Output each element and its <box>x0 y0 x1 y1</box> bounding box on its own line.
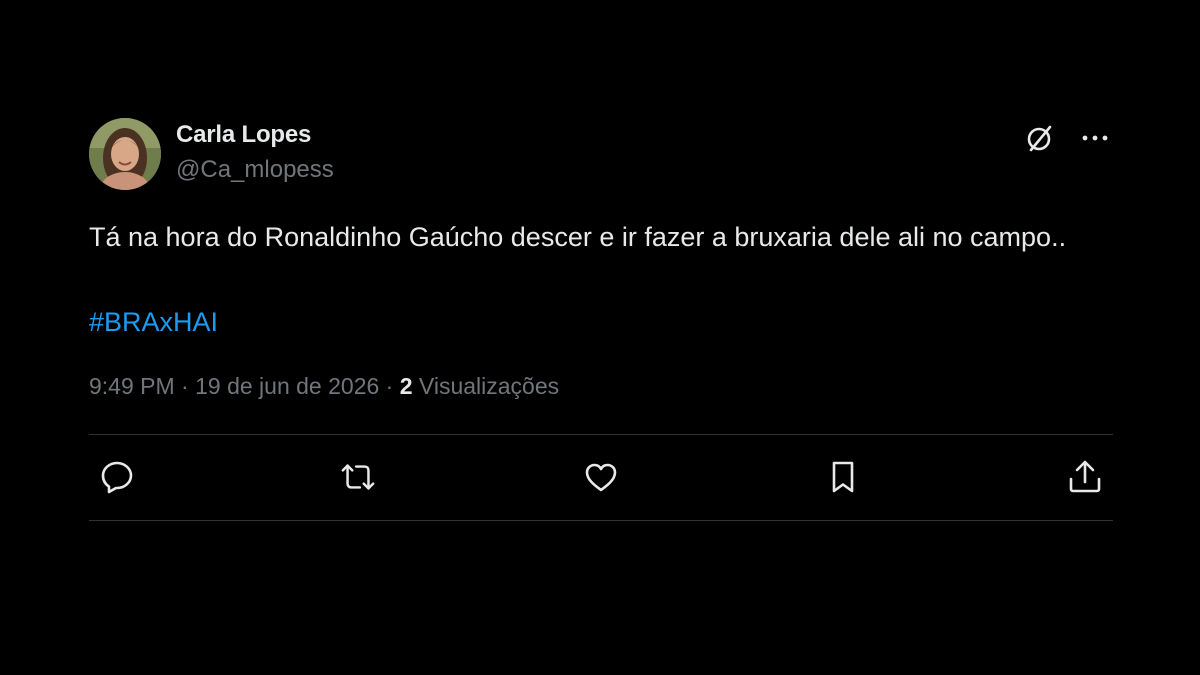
display-name[interactable]: Carla Lopes <box>176 120 334 150</box>
hashtag-link[interactable]: #BRAxHAI <box>89 301 218 344</box>
views-label[interactable]: Visualizações <box>413 373 559 399</box>
like-button[interactable] <box>582 458 620 496</box>
grok-button[interactable] <box>1023 122 1055 154</box>
more-button[interactable] <box>1079 122 1111 154</box>
avatar[interactable] <box>89 118 161 190</box>
tweet: Carla Lopes @Ca_mlopess Tá na hora do Ro… <box>89 118 1113 521</box>
views-count[interactable]: 2 <box>400 373 413 399</box>
tweet-meta: 9:49 PM · 19 de jun de 2026 · 2 Visualiz… <box>89 371 1113 401</box>
bookmark-button[interactable] <box>824 458 862 496</box>
share-button[interactable] <box>1066 458 1104 496</box>
bookmark-icon <box>832 461 854 493</box>
header-actions <box>1023 122 1111 154</box>
meta-separator: · <box>174 373 196 399</box>
tweet-header: Carla Lopes @Ca_mlopess <box>89 118 1113 194</box>
tweet-text: Tá na hora do Ronaldinho Gaúcho descer e… <box>89 222 1067 252</box>
divider <box>89 520 1113 521</box>
tweet-date[interactable]: 19 de jun de 2026 <box>195 373 379 399</box>
profile-photo-icon <box>89 118 161 190</box>
share-icon <box>1069 460 1101 493</box>
slashed-circle-icon <box>1027 125 1052 152</box>
meta-separator: · <box>379 373 400 399</box>
handle[interactable]: @Ca_mlopess <box>176 154 334 186</box>
reply-button[interactable] <box>98 458 136 496</box>
retweet-icon <box>341 464 375 490</box>
retweet-button[interactable] <box>339 458 377 496</box>
more-dots-icon <box>1082 135 1108 141</box>
like-icon <box>585 463 617 492</box>
author-names: Carla Lopes @Ca_mlopess <box>176 120 334 186</box>
action-bar <box>89 435 1113 520</box>
tweet-time[interactable]: 9:49 PM <box>89 373 175 399</box>
reply-icon <box>101 461 133 494</box>
